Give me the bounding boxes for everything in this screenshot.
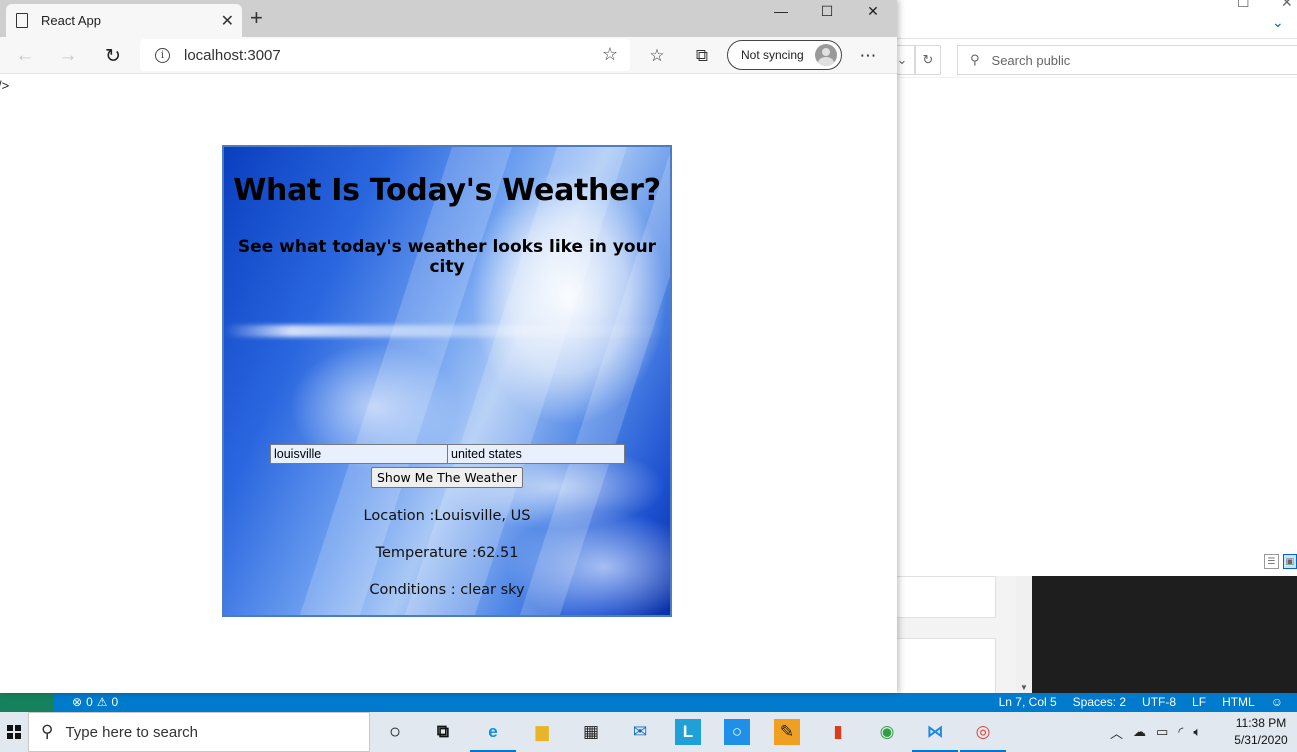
new-tab-icon[interactable]: +	[250, 5, 263, 31]
maximize-button[interactable]: ☐	[804, 0, 850, 22]
page-title: What Is Today's Weather?	[233, 173, 661, 208]
bg-lower-panel	[897, 576, 1032, 694]
bg-maximize-icon[interactable]: ☐	[1237, 0, 1250, 11]
bg-search-placeholder: Search public	[991, 52, 1071, 68]
clock-time: 11:38 PM	[1235, 716, 1287, 730]
start-button[interactable]	[0, 712, 28, 752]
country-input[interactable]	[447, 444, 625, 464]
mail-icon[interactable]: ✉	[625, 717, 655, 747]
page-subtitle: See what today's weather looks like in y…	[237, 237, 657, 277]
feedback-icon[interactable]: ☺	[1271, 695, 1283, 709]
battery-icon[interactable]: ▭	[1156, 724, 1168, 740]
warning-icon: ⚠	[96, 695, 108, 709]
page-icon	[16, 13, 28, 28]
bg-panel-box	[897, 576, 996, 618]
cursor-position[interactable]: Ln 7, Col 5	[999, 695, 1057, 709]
temperature-result: Temperature :62.51	[375, 545, 519, 561]
navigation-bar: ← → ↻ i localhost:3007 ☆ ☆ ⧉ Not syncing…	[0, 37, 897, 74]
problems-indicator[interactable]: ⊗ 0 ⚠ 0	[72, 695, 118, 709]
close-window-button[interactable]: ✕	[850, 0, 896, 22]
city-input[interactable]	[270, 444, 448, 464]
bg-scrollbar[interactable]: ▼	[1016, 576, 1032, 694]
collections-icon[interactable]: ⧉	[688, 43, 716, 69]
address-bar[interactable]: i localhost:3007 ☆	[140, 39, 630, 71]
blue-app-icon[interactable]: ○	[724, 719, 750, 745]
details-view-icon[interactable]: ☰	[1264, 554, 1279, 569]
tab-title: React App	[41, 13, 101, 28]
location-result: Location :Louisville, US	[363, 508, 531, 524]
vscode-icon[interactable]: ⋈	[912, 717, 958, 752]
system-clock[interactable]: 11:38 PM 5/31/2020	[1232, 715, 1290, 749]
windows-taskbar: ⚲ Type here to search ○ ⧉ e ▆ ▦ ✉ L ○ ✎ …	[0, 712, 1297, 752]
profile-sync-button[interactable]: Not syncing	[727, 40, 842, 70]
error-icon: ⊗	[72, 695, 83, 709]
bg-toolbar: ⌄ ↻ ⚲ Search public	[889, 38, 1297, 78]
search-icon: ⚲	[41, 722, 54, 741]
page-viewport: /> What Is Today's Weather? See what tod…	[0, 74, 897, 693]
file-explorer-icon[interactable]: ▆	[527, 717, 557, 747]
encoding[interactable]: UTF-8	[1142, 695, 1176, 709]
stray-text: />	[0, 78, 10, 93]
edge-app-icon[interactable]: e	[470, 717, 516, 752]
system-tray: ︿ ☁ ▭ ◜ 🔈︎	[1110, 712, 1201, 752]
bg-panel-box	[897, 638, 996, 694]
indentation[interactable]: Spaces: 2	[1073, 695, 1126, 709]
back-arrow-icon[interactable]: ←	[10, 43, 40, 69]
editor-panel	[1032, 576, 1297, 694]
onedrive-icon[interactable]: ☁	[1133, 724, 1146, 740]
bg-close-icon[interactable]: ✕	[1281, 0, 1293, 11]
tab-react-app[interactable]: React App ✕	[6, 4, 242, 37]
avatar-icon	[815, 44, 837, 66]
sync-status-label: Not syncing	[741, 48, 804, 62]
wifi-icon[interactable]: ◜	[1178, 724, 1183, 740]
background-window: ☐ ✕ ⌄ ⌄ ↻ ⚲ Search public ☰ ▣	[889, 0, 1297, 576]
globe-app-icon[interactable]: ◉	[872, 717, 902, 747]
volume-icon[interactable]: 🔈︎	[1193, 724, 1201, 740]
orange-app-icon[interactable]: ✎	[774, 719, 800, 745]
search-icon: ⚲	[970, 52, 980, 67]
cortana-icon[interactable]: ○	[380, 717, 410, 747]
task-view-icon[interactable]: ⧉	[428, 717, 458, 747]
refresh-icon[interactable]: ↻	[98, 43, 128, 69]
show-weather-button[interactable]: Show Me The Weather	[371, 467, 523, 488]
minimize-button[interactable]: —	[758, 0, 804, 22]
url-text[interactable]: localhost:3007	[184, 47, 281, 64]
weather-card: What Is Today's Weather? See what today'…	[222, 145, 672, 617]
vscode-status-bar: ⊗ 0 ⚠ 0 Ln 7, Col 5 Spaces: 2 UTF-8 LF H…	[0, 693, 1297, 712]
browser-window: React App ✕ + — ☐ ✕ ← → ↻ i localhost:30…	[0, 0, 897, 693]
favorites-icon[interactable]: ☆	[643, 43, 671, 69]
scroll-down-icon[interactable]: ▼	[1020, 683, 1028, 692]
error-count: 0	[86, 695, 93, 709]
tray-expand-icon[interactable]: ︿	[1110, 723, 1123, 742]
large-icons-view-icon[interactable]: ▣	[1282, 554, 1297, 569]
l-app-icon[interactable]: L	[675, 719, 701, 745]
office-icon[interactable]: ▮	[823, 717, 853, 747]
info-icon[interactable]: i	[155, 47, 170, 63]
chrome-icon[interactable]: ◎	[960, 717, 1006, 752]
forward-arrow-icon[interactable]: →	[53, 43, 83, 69]
conditions-result: Conditions : clear sky	[369, 582, 525, 598]
clock-date: 5/31/2020	[1234, 733, 1288, 747]
taskbar-search-placeholder: Type here to search	[65, 723, 199, 741]
warning-count: 0	[111, 695, 119, 709]
store-icon[interactable]: ▦	[576, 717, 606, 747]
bg-search-box[interactable]: ⚲ Search public	[957, 45, 1297, 75]
view-toggle: ☰ ▣	[1264, 554, 1297, 574]
lens-flare	[224, 325, 670, 337]
more-menu-icon[interactable]: ⋯	[854, 43, 882, 69]
tab-strip: React App ✕ + — ☐ ✕	[0, 0, 897, 37]
bg-refresh-button[interactable]: ↻	[915, 45, 941, 75]
remote-indicator[interactable]	[0, 693, 54, 712]
taskbar-search[interactable]: ⚲ Type here to search	[28, 712, 370, 752]
chevron-down-icon[interactable]: ⌄	[1272, 14, 1284, 31]
language-mode[interactable]: HTML	[1222, 695, 1255, 709]
line-ending[interactable]: LF	[1192, 695, 1206, 709]
close-tab-icon[interactable]: ✕	[221, 11, 234, 31]
favorite-star-icon[interactable]: ☆	[602, 44, 618, 65]
windows-logo-icon	[7, 725, 21, 739]
